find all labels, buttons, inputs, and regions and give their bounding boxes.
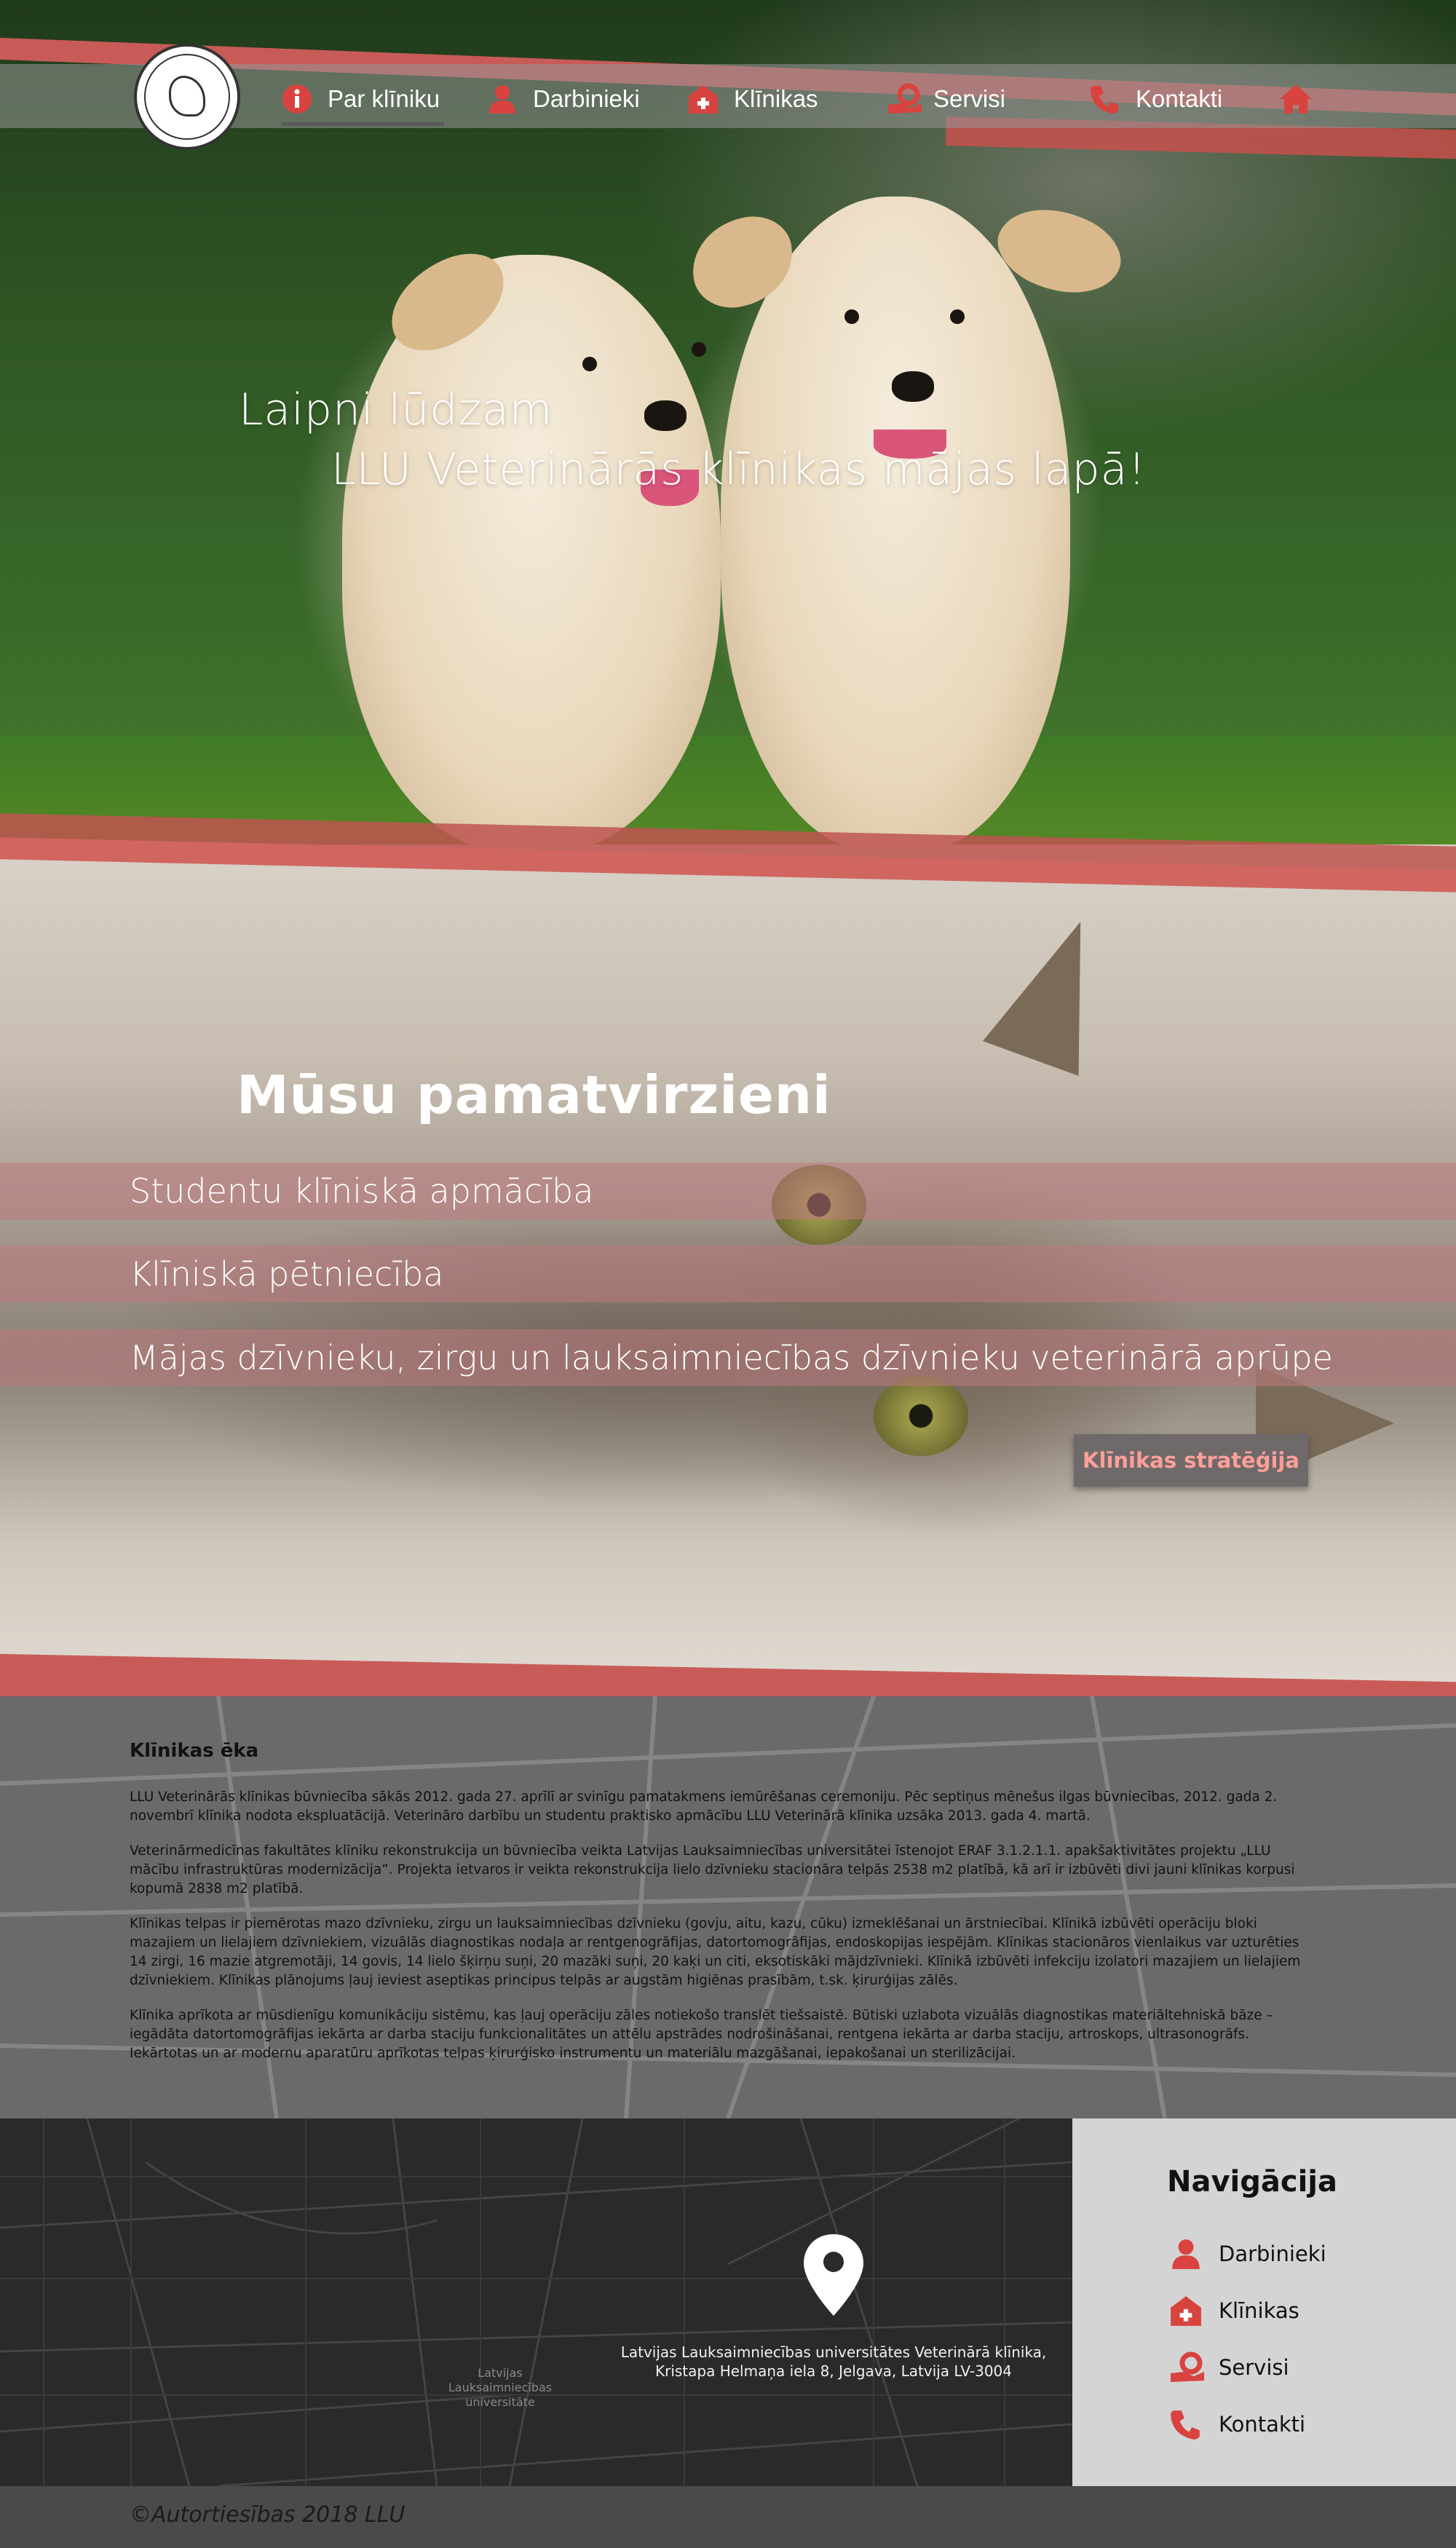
map-pin-icon (804, 2234, 863, 2316)
footer-nav-servisi[interactable]: Servisi (1169, 2350, 1289, 2385)
footer-nav-title: Navigācija (1167, 2165, 1338, 2199)
footer-nav-label: Klīnikas (1219, 2298, 1299, 2323)
footer-nav-label: Darbinieki (1219, 2242, 1326, 2266)
nav-label: Par klīniku (328, 85, 440, 112)
puppy-right-nose (892, 371, 934, 402)
person-icon (1169, 2237, 1203, 2271)
footer-nav-darbinieki[interactable]: Darbinieki (1169, 2236, 1326, 2271)
puppy-right-image (721, 197, 1070, 852)
nav-label: Klīnikas (734, 85, 818, 112)
map-label-university: Latvijas Lauksaimniecības universitāte (446, 2366, 555, 2410)
nav-label: Servisi (933, 85, 1006, 112)
nav-active-underline (281, 122, 444, 126)
faculty-logo-icon[interactable] (134, 44, 240, 150)
nav-par-kliniku[interactable]: Par klīniku (281, 79, 440, 119)
phone-icon (1089, 83, 1121, 115)
phone-icon (1169, 2407, 1203, 2441)
clinic-icon (687, 83, 719, 115)
directions-title: Mūsu pamatvirzieni (237, 1064, 831, 1125)
direction-item-3: Mājas dzīvnieku, zirgu un lauksaimniecīb… (130, 1338, 1333, 1377)
nav-home[interactable] (1278, 79, 1325, 119)
footer-nav-label: Kontakti (1219, 2412, 1306, 2437)
building-paragraph-2: Veterinārmedicīnas fakultātes klīniku re… (130, 1843, 1295, 1896)
info-icon (281, 83, 313, 115)
address-line-1: Latvijas Lauksaimniecības universitātes … (620, 2343, 1047, 2361)
direction-item-1: Studentu klīniskā apmācība (130, 1171, 594, 1211)
cat-ear (983, 904, 1128, 1076)
nav-darbinieki[interactable]: Darbinieki (486, 79, 640, 119)
clinic-icon (1169, 2294, 1203, 2327)
building-paragraph-3: Klīnikas telpas ir piemērotas mazo dzīvn… (130, 1916, 1301, 1988)
building-paragraph-1: LLU Veterinārās klīnikas būvniecība sākā… (130, 1789, 1278, 1824)
building-paragraph-4: Klīnika aprīkota ar mūsdienīgu komunikāc… (130, 2008, 1273, 2061)
person-icon (486, 83, 518, 115)
puppy-left-nose (644, 400, 687, 431)
footer-nav-klinikas[interactable]: Klīnikas (1169, 2293, 1299, 2328)
map-label-line: Latvijas (478, 2366, 523, 2380)
hero-welcome-line1: Laipni lūdzam (239, 384, 553, 435)
nav-kontakti[interactable]: Kontakti (1089, 79, 1222, 119)
nav-klinikas[interactable]: Klīnikas (687, 79, 818, 119)
nav-servisi[interactable]: Servisi (887, 79, 1005, 119)
building-title: Klīnikas ēka (130, 1740, 259, 1762)
nav-label: Kontakti (1136, 85, 1223, 112)
puppy-right-eye (844, 309, 859, 324)
direction-item-2: Klīniskā pētniecība (130, 1254, 444, 1294)
footer-nav-label: Servisi (1219, 2355, 1289, 2380)
map-label-line: Lauksaimniecības (448, 2381, 553, 2394)
nav-label: Darbinieki (533, 85, 640, 112)
copyright-text: ©Autortiesības 2018 LLU (130, 2502, 405, 2528)
service-icon (887, 83, 922, 115)
puppy-left-eye-2 (692, 342, 706, 357)
puppy-right-eye-2 (950, 309, 965, 324)
cat-eye-2 (874, 1376, 968, 1456)
service-icon (1169, 2351, 1204, 2384)
footer-nav-kontakti[interactable]: Kontakti (1169, 2407, 1305, 2442)
hero-welcome-line2: LLU Veterinārās klīnikas mājas lapā! (331, 444, 1147, 495)
address-line-2: Kristapa Helmaņa iela 8, Jelgava, Latvij… (654, 2362, 1012, 2380)
map-roads (0, 2118, 1072, 2486)
location-map[interactable]: Latvijas Lauksaimniecības universitāte (0, 2118, 1072, 2486)
puppy-left-eye (582, 357, 597, 371)
puppy-left-image (342, 255, 721, 852)
home-icon (1278, 83, 1312, 115)
map-label-line: universitāte (465, 2395, 535, 2409)
strategy-button[interactable]: Klīnikas stratēģija (1074, 1434, 1308, 1487)
clinic-address: Latvijas Lauksaimniecības universitātes … (612, 2343, 1056, 2381)
